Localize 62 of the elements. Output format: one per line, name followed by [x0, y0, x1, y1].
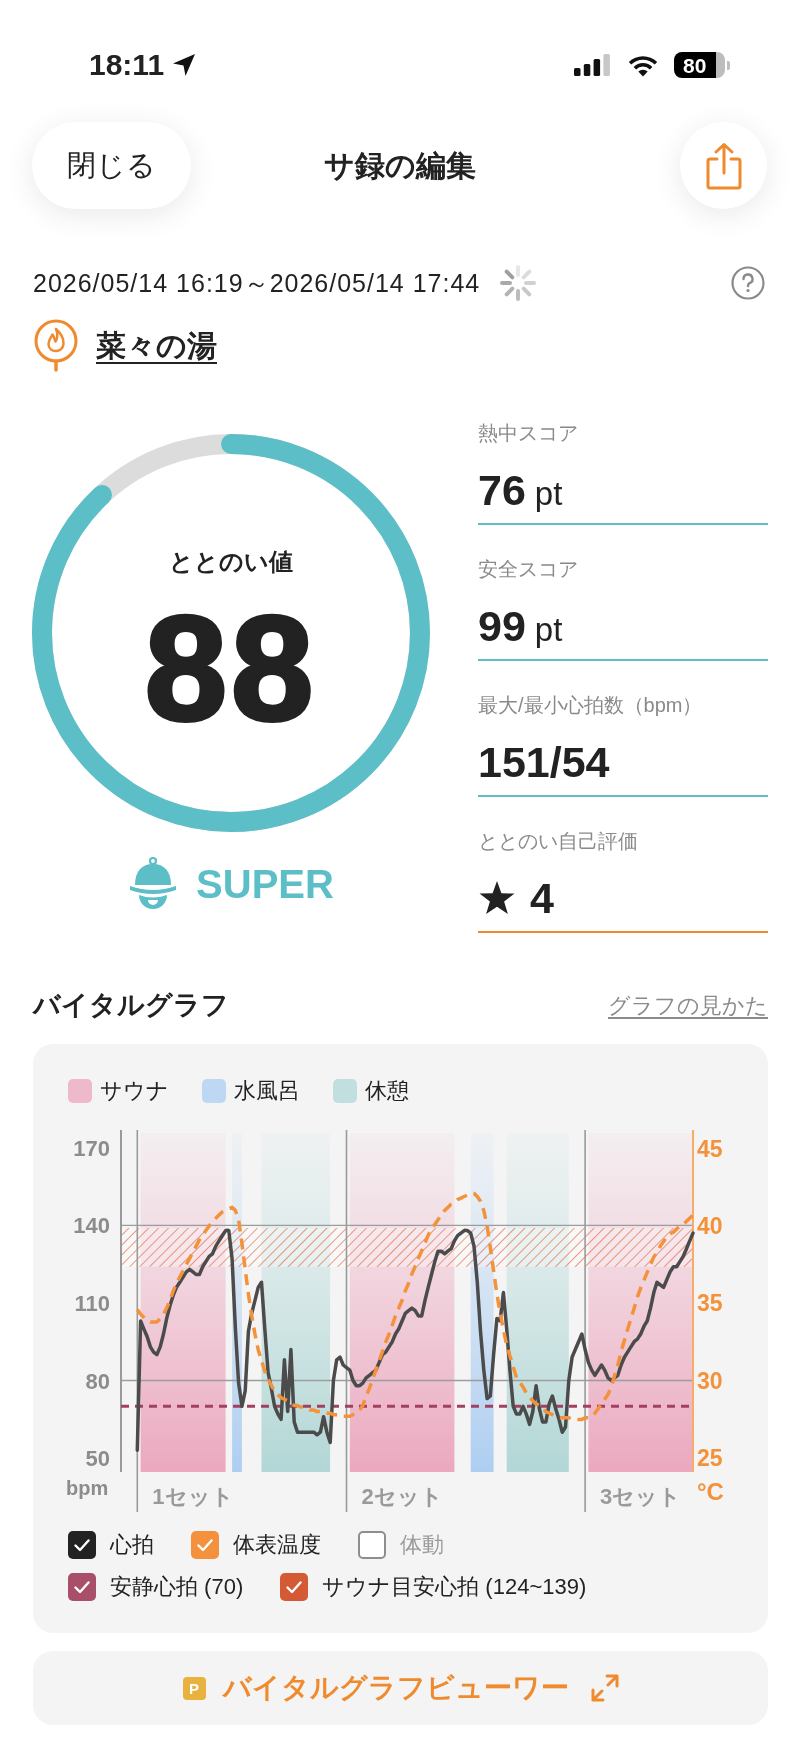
section-title: バイタルグラフ [33, 988, 229, 1022]
score-label: ととのい値 [169, 550, 293, 574]
temperature-axis-label: 30 [697, 1367, 723, 1394]
wifi-icon [627, 53, 659, 77]
stat-value: 151/54 [478, 737, 610, 788]
stat-label: 熱中スコア [478, 421, 579, 446]
checkbox-label[interactable]: 体表温度 [233, 1534, 321, 1556]
share-icon [705, 141, 742, 190]
checkbox-label[interactable]: サウナ目安心拍 (124~139) [322, 1576, 587, 1598]
temperature-axis-label: 25 [697, 1445, 723, 1472]
legend-label: 休憩 [365, 1080, 409, 1102]
check-icon [74, 1580, 90, 1594]
stat-label: ととのい自己評価 [478, 829, 639, 854]
rating-value: 4 [530, 873, 554, 924]
y-axis-label: 110 [74, 1290, 110, 1316]
y-axis-label: 50 [85, 1446, 110, 1471]
rank-label: SUPER [196, 864, 334, 904]
legend-label: サウナ [100, 1080, 169, 1102]
location-arrow-icon [172, 53, 197, 77]
score-value: 88 [144, 595, 318, 743]
set-label: 2セット [361, 1484, 443, 1509]
signal-icon [574, 54, 610, 76]
checkbox[interactable] [68, 1573, 96, 1601]
screen-title: サ録の編集 [323, 148, 476, 184]
facility-link[interactable]: 菜々の湯 [96, 323, 217, 368]
check-icon [74, 1538, 90, 1552]
y-axis-label: 170 [73, 1135, 110, 1161]
checkbox[interactable] [68, 1531, 96, 1559]
flame-pin-icon [33, 319, 79, 372]
close-button[interactable]: 閉じる [32, 122, 191, 209]
battery-percentage: 80 [682, 54, 707, 76]
star-icon [478, 879, 516, 917]
stat-value: 76 [478, 465, 526, 516]
y-axis-label: 140 [73, 1213, 110, 1239]
temperature-axis-label: 35 [697, 1290, 723, 1317]
session-period: 2026/05/14 16:19～2026/05/14 17:44 [33, 270, 481, 296]
stat-unit: pt [534, 474, 563, 514]
graph-guide-link[interactable]: グラフの見かた [608, 988, 768, 1022]
stat-value: 99 [478, 601, 526, 652]
premium-badge: P [182, 1676, 206, 1700]
stat-label: 安全スコア [478, 557, 579, 582]
checkbox-label[interactable]: 心拍 [110, 1534, 154, 1556]
stat-unit: pt [534, 610, 563, 650]
axis-unit-label: °C [697, 1478, 724, 1505]
checkbox-label[interactable]: 安静心拍 (70) [110, 1576, 244, 1598]
set-label: 1セット [152, 1484, 234, 1509]
stat-label: 最大/最小心拍数（bpm） [478, 693, 704, 718]
status-time: 18:11 [89, 50, 165, 80]
help-icon[interactable] [731, 266, 765, 300]
temperature-axis-label: 40 [697, 1212, 723, 1239]
checkbox[interactable] [191, 1531, 219, 1559]
temperature-axis-label: 45 [697, 1135, 723, 1162]
checkbox[interactable] [280, 1573, 309, 1601]
check-icon [286, 1580, 303, 1594]
axis-unit-label: bpm [66, 1477, 109, 1499]
check-icon [197, 1538, 213, 1552]
hat-character-icon [128, 856, 179, 912]
y-axis-label: 80 [85, 1368, 110, 1394]
checkbox[interactable] [358, 1531, 386, 1559]
legend-label: 水風呂 [234, 1080, 300, 1102]
set-label: 3セット [600, 1484, 682, 1509]
expand-icon [590, 1674, 619, 1702]
